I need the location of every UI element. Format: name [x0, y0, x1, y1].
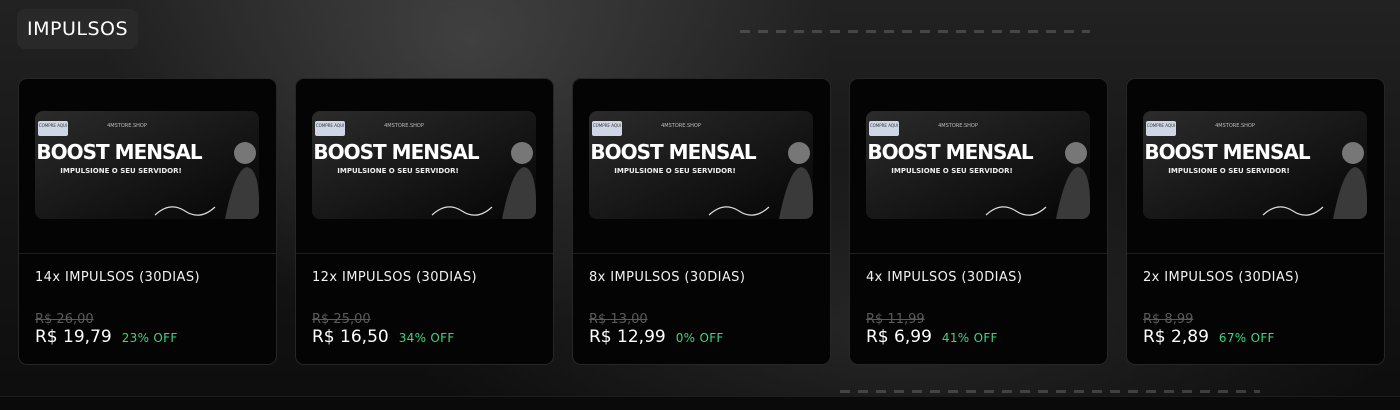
banner-headline: BOOST MENSAL	[313, 140, 479, 164]
price-row: R$ 16,50 34% OFF	[312, 327, 455, 347]
product-old-price: R$ 11,99	[866, 312, 925, 327]
price-row: R$ 2,89 67% OFF	[1143, 327, 1275, 347]
banner-store: 4MSTORE.SHOP	[107, 123, 147, 129]
discount-label: 67% OFF	[1218, 331, 1275, 345]
banner-tagline: IMPULSIONE O SEU SERVIDOR!	[337, 167, 458, 175]
product-thumbnail: COMPRE AQUI 4MSTORE.SHOP BOOST MENSAL IM…	[866, 111, 1090, 219]
banner-tagline: IMPULSIONE O SEU SERVIDOR!	[1168, 167, 1289, 175]
banner-badge: COMPRE AQUI	[316, 123, 344, 128]
product-list: COMPRE AQUI 4MSTORE.SHOP BOOST MENSAL IM…	[18, 78, 1385, 365]
discount-label: 34% OFF	[398, 331, 455, 345]
product-thumbnail: COMPRE AQUI 4MSTORE.SHOP BOOST MENSAL IM…	[1143, 111, 1367, 219]
product-title: 4x IMPULSOS (30DIAS)	[866, 270, 1023, 285]
card-divider	[573, 253, 830, 254]
banner-badge: COMPRE AQUI	[39, 123, 67, 128]
background-decoration	[840, 390, 1260, 393]
card-divider	[19, 253, 276, 254]
card-divider	[850, 253, 1107, 254]
product-old-price: R$ 8,99	[1143, 312, 1194, 327]
product-old-price: R$ 26,00	[35, 312, 94, 327]
banner-headline: BOOST MENSAL	[590, 140, 756, 164]
product-thumbnail: COMPRE AQUI 4MSTORE.SHOP BOOST MENSAL IM…	[312, 111, 536, 219]
product-title: 14x IMPULSOS (30DIAS)	[35, 270, 200, 285]
product-price: R$ 6,99	[866, 327, 932, 347]
banner-badge: COMPRE AQUI	[1147, 123, 1175, 128]
banner-headline: BOOST MENSAL	[867, 140, 1033, 164]
product-price: R$ 16,50	[312, 327, 389, 347]
banner-store: 4MSTORE.SHOP	[1215, 123, 1255, 129]
background-decoration	[740, 30, 1090, 33]
card-divider	[1127, 253, 1384, 254]
discount-label: 0% OFF	[675, 331, 724, 345]
banner-headline: BOOST MENSAL	[1144, 140, 1310, 164]
banner-store: 4MSTORE.SHOP	[938, 123, 978, 129]
banner-store: 4MSTORE.SHOP	[384, 123, 424, 129]
product-title: 12x IMPULSOS (30DIAS)	[312, 270, 477, 285]
product-old-price: R$ 13,00	[589, 312, 648, 327]
product-title: 8x IMPULSOS (30DIAS)	[589, 270, 746, 285]
section-title-label: IMPULSOS	[27, 18, 129, 40]
product-old-price: R$ 25,00	[312, 312, 371, 327]
product-price: R$ 12,99	[589, 327, 666, 347]
product-price: R$ 19,79	[35, 327, 112, 347]
product-title: 2x IMPULSOS (30DIAS)	[1143, 270, 1300, 285]
discount-label: 23% OFF	[121, 331, 178, 345]
discount-label: 41% OFF	[941, 331, 998, 345]
product-card[interactable]: COMPRE AQUI 4MSTORE.SHOP BOOST MENSAL IM…	[849, 78, 1108, 365]
banner-tagline: IMPULSIONE O SEU SERVIDOR!	[60, 167, 181, 175]
banner-store: 4MSTORE.SHOP	[661, 123, 701, 129]
bottom-strip	[0, 396, 1400, 410]
banner-badge: COMPRE AQUI	[870, 123, 898, 128]
product-card[interactable]: COMPRE AQUI 4MSTORE.SHOP BOOST MENSAL IM…	[572, 78, 831, 365]
banner-headline: BOOST MENSAL	[36, 140, 202, 164]
section-title: IMPULSOS	[17, 9, 139, 49]
price-row: R$ 19,79 23% OFF	[35, 327, 178, 347]
product-card[interactable]: COMPRE AQUI 4MSTORE.SHOP BOOST MENSAL IM…	[1126, 78, 1385, 365]
banner-tagline: IMPULSIONE O SEU SERVIDOR!	[891, 167, 1012, 175]
product-price: R$ 2,89	[1143, 327, 1209, 347]
product-thumbnail: COMPRE AQUI 4MSTORE.SHOP BOOST MENSAL IM…	[35, 111, 259, 219]
banner-badge: COMPRE AQUI	[593, 123, 621, 128]
card-divider	[296, 253, 553, 254]
product-thumbnail: COMPRE AQUI 4MSTORE.SHOP BOOST MENSAL IM…	[589, 111, 813, 219]
price-row: R$ 6,99 41% OFF	[866, 327, 998, 347]
product-card[interactable]: COMPRE AQUI 4MSTORE.SHOP BOOST MENSAL IM…	[295, 78, 554, 365]
banner-tagline: IMPULSIONE O SEU SERVIDOR!	[614, 167, 735, 175]
price-row: R$ 12,99 0% OFF	[589, 327, 724, 347]
product-card[interactable]: COMPRE AQUI 4MSTORE.SHOP BOOST MENSAL IM…	[18, 78, 277, 365]
